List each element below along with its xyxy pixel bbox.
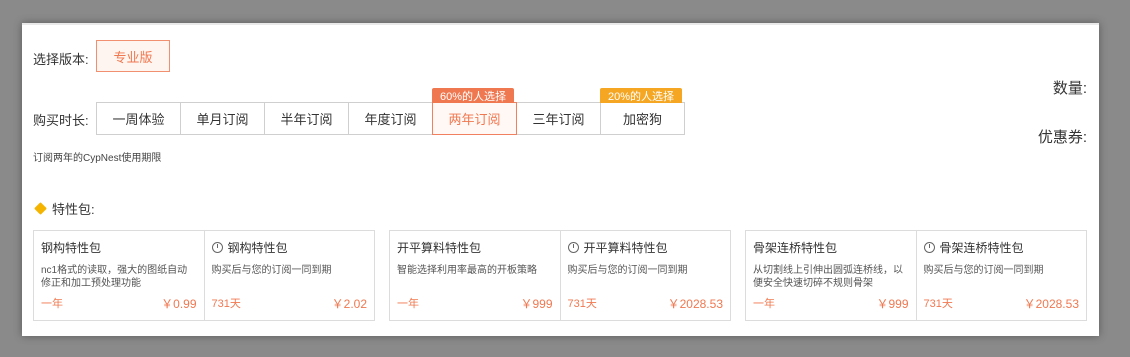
feature-card-title: 开平算料特性包 bbox=[397, 241, 482, 255]
feature-card-desc: 购买后与您的订阅一同到期 bbox=[567, 265, 688, 276]
feature-card-title: 骨架连桥特性包 bbox=[753, 241, 838, 255]
feature-period: 一年 bbox=[397, 298, 419, 310]
purchase-panel: 选择版本: 专业版 购买时长: 一周体验 单月订阅 半年订阅 年度订阅 60%的… bbox=[22, 23, 1099, 336]
duration-option-twoyear[interactable]: 60%的人选择 两年订阅 bbox=[432, 88, 517, 135]
features-title: 特性包: bbox=[52, 202, 95, 217]
feature-period: 731天 bbox=[923, 298, 953, 310]
feature-price: ￥2028.53 bbox=[1023, 297, 1079, 311]
feature-card-info[interactable]: 骨架连桥特性包 从切割线上引伸出圆弧连桥线，以便安全快速切碎不规则骨架 一年 ￥… bbox=[746, 231, 916, 320]
features-header: 特性包: bbox=[33, 199, 95, 218]
popularity-badge: 60%的人选择 bbox=[432, 88, 515, 103]
feature-card-desc: nc1格式的读取，强大的图纸自动修正和加工预处理功能 bbox=[41, 265, 188, 289]
version-label: 选择版本: bbox=[33, 52, 89, 67]
feature-price: ￥999 bbox=[876, 297, 909, 311]
feature-card-desc: 购买后与您的订阅一同到期 bbox=[211, 265, 332, 276]
version-option-pro[interactable]: 专业版 bbox=[96, 40, 170, 72]
feature-card-subscription[interactable]: 钢构特性包 购买后与您的订阅一同到期 731天 ￥2.02 bbox=[203, 231, 375, 320]
duration-label: 购买时长: bbox=[33, 113, 89, 128]
duration-option-week[interactable]: 一周体验 bbox=[96, 102, 181, 135]
duration-option-halfyear[interactable]: 半年订阅 bbox=[264, 102, 349, 135]
coupon-label: 优惠券: bbox=[1037, 129, 1087, 146]
feature-card-subscription[interactable]: 开平算料特性包 购买后与您的订阅一同到期 731天 ￥2028.53 bbox=[559, 231, 731, 320]
duration-option-dongle[interactable]: 20%的人选择 加密狗 bbox=[600, 88, 685, 135]
feature-card-title: 钢构特性包 bbox=[227, 241, 288, 255]
feature-pack-skeleton: 骨架连桥特性包 从切割线上引伸出圆弧连桥线，以便安全快速切碎不规则骨架 一年 ￥… bbox=[745, 230, 1087, 321]
feature-card-desc: 智能选择利用率最高的开板策略 bbox=[397, 265, 537, 276]
feature-card-desc: 从切割线上引伸出圆弧连桥线，以便安全快速切碎不规则骨架 bbox=[753, 265, 903, 289]
duration-option-month[interactable]: 单月订阅 bbox=[180, 102, 265, 135]
duration-note: 订阅两年的CypNest使用期限 bbox=[33, 153, 162, 164]
duration-options: 一周体验 单月订阅 半年订阅 年度订阅 60%的人选择 两年订阅 三年订阅 20… bbox=[96, 88, 685, 135]
popularity-badge: 20%的人选择 bbox=[600, 88, 683, 103]
feature-price: ￥2028.53 bbox=[667, 297, 723, 311]
clock-icon bbox=[567, 242, 579, 253]
feature-price: ￥2.02 bbox=[331, 297, 367, 311]
feature-period: 一年 bbox=[753, 298, 775, 310]
duration-option-threeyear[interactable]: 三年订阅 bbox=[516, 102, 601, 135]
feature-card-subscription[interactable]: 骨架连桥特性包 购买后与您的订阅一同到期 731天 ￥2028.53 bbox=[915, 231, 1087, 320]
feature-card-title: 开平算料特性包 bbox=[583, 241, 668, 255]
feature-card-title: 骨架连桥特性包 bbox=[939, 241, 1024, 255]
feature-price: ￥999 bbox=[520, 297, 553, 311]
duration-option-year[interactable]: 年度订阅 bbox=[348, 102, 433, 135]
feature-pack-sheet: 开平算料特性包 智能选择利用率最高的开板策略 一年 ￥999 开平算料特性包 购… bbox=[389, 230, 731, 321]
feature-period: 731天 bbox=[211, 298, 241, 310]
feature-card-desc: 购买后与您的订阅一同到期 bbox=[923, 265, 1044, 276]
feature-pack-steel: 钢构特性包 nc1格式的读取，强大的图纸自动修正和加工预处理功能 一年 ￥0.9… bbox=[33, 230, 375, 321]
diamond-icon bbox=[34, 202, 47, 215]
clock-icon bbox=[923, 242, 935, 253]
feature-period: 731天 bbox=[567, 298, 597, 310]
clock-icon bbox=[211, 242, 223, 253]
feature-card-info[interactable]: 开平算料特性包 智能选择利用率最高的开板策略 一年 ￥999 bbox=[390, 231, 560, 320]
feature-card-title: 钢构特性包 bbox=[41, 241, 102, 255]
feature-card-info[interactable]: 钢构特性包 nc1格式的读取，强大的图纸自动修正和加工预处理功能 一年 ￥0.9… bbox=[34, 231, 204, 320]
quantity-label: 数量: bbox=[1052, 80, 1087, 97]
feature-period: 一年 bbox=[41, 298, 63, 310]
feature-price: ￥0.99 bbox=[161, 297, 197, 311]
